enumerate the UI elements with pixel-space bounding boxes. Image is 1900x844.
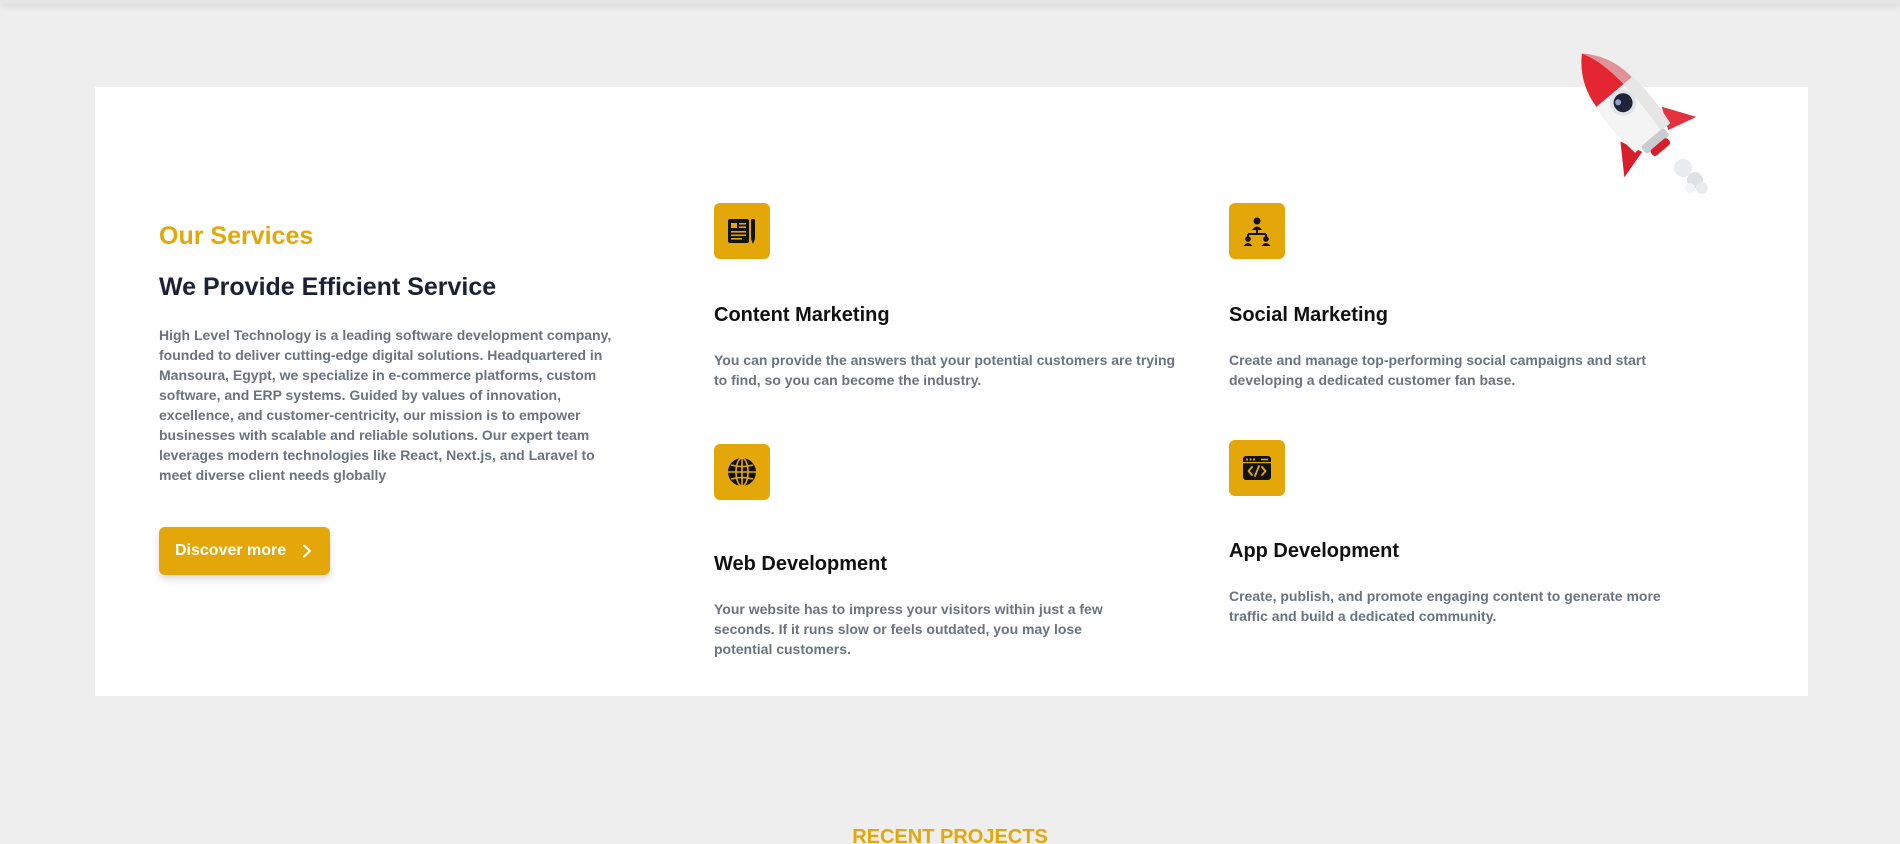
service-description: You can provide the answers that your po… bbox=[714, 352, 1176, 388]
service-description: Your website has to impress your visitor… bbox=[714, 601, 1103, 657]
section-eyebrow: Our Services bbox=[159, 222, 314, 250]
intro-paragraph: High Level Technology is a leading softw… bbox=[159, 327, 612, 483]
services-intro: Our Services We Provide Efficient Servic… bbox=[159, 224, 629, 485]
chevron-right-icon bbox=[300, 544, 314, 558]
section-headline: We Provide Efficient Service bbox=[159, 273, 497, 301]
rocket-illustration bbox=[1550, 30, 1720, 205]
service-description: Create, publish, and promote engaging co… bbox=[1229, 588, 1661, 624]
discover-more-label: Discover more bbox=[175, 542, 287, 559]
discover-more-button[interactable]: Discover more bbox=[159, 527, 330, 575]
header-shadow bbox=[0, 0, 1900, 3]
content-marketing-icon bbox=[714, 203, 770, 259]
service-title: Social Marketing bbox=[1229, 304, 1388, 326]
service-web-development: Web Development Your website has to impr… bbox=[714, 444, 1184, 659]
service-description: Create and manage top-performing social … bbox=[1229, 352, 1646, 388]
service-title: App Development bbox=[1229, 540, 1400, 562]
recent-projects-heading: RECENT PROJECTS bbox=[852, 826, 1048, 844]
globe-icon bbox=[714, 444, 770, 500]
service-social-marketing: Social Marketing Create and manage top-p… bbox=[1229, 203, 1699, 390]
code-window-icon bbox=[1229, 440, 1285, 496]
service-content-marketing: Content Marketing You can provide the an… bbox=[714, 203, 1184, 390]
service-title: Content Marketing bbox=[714, 304, 890, 326]
service-app-development: App Development Create, publish, and pro… bbox=[1229, 440, 1699, 626]
social-network-icon bbox=[1229, 203, 1285, 259]
service-title: Web Development bbox=[714, 553, 887, 575]
